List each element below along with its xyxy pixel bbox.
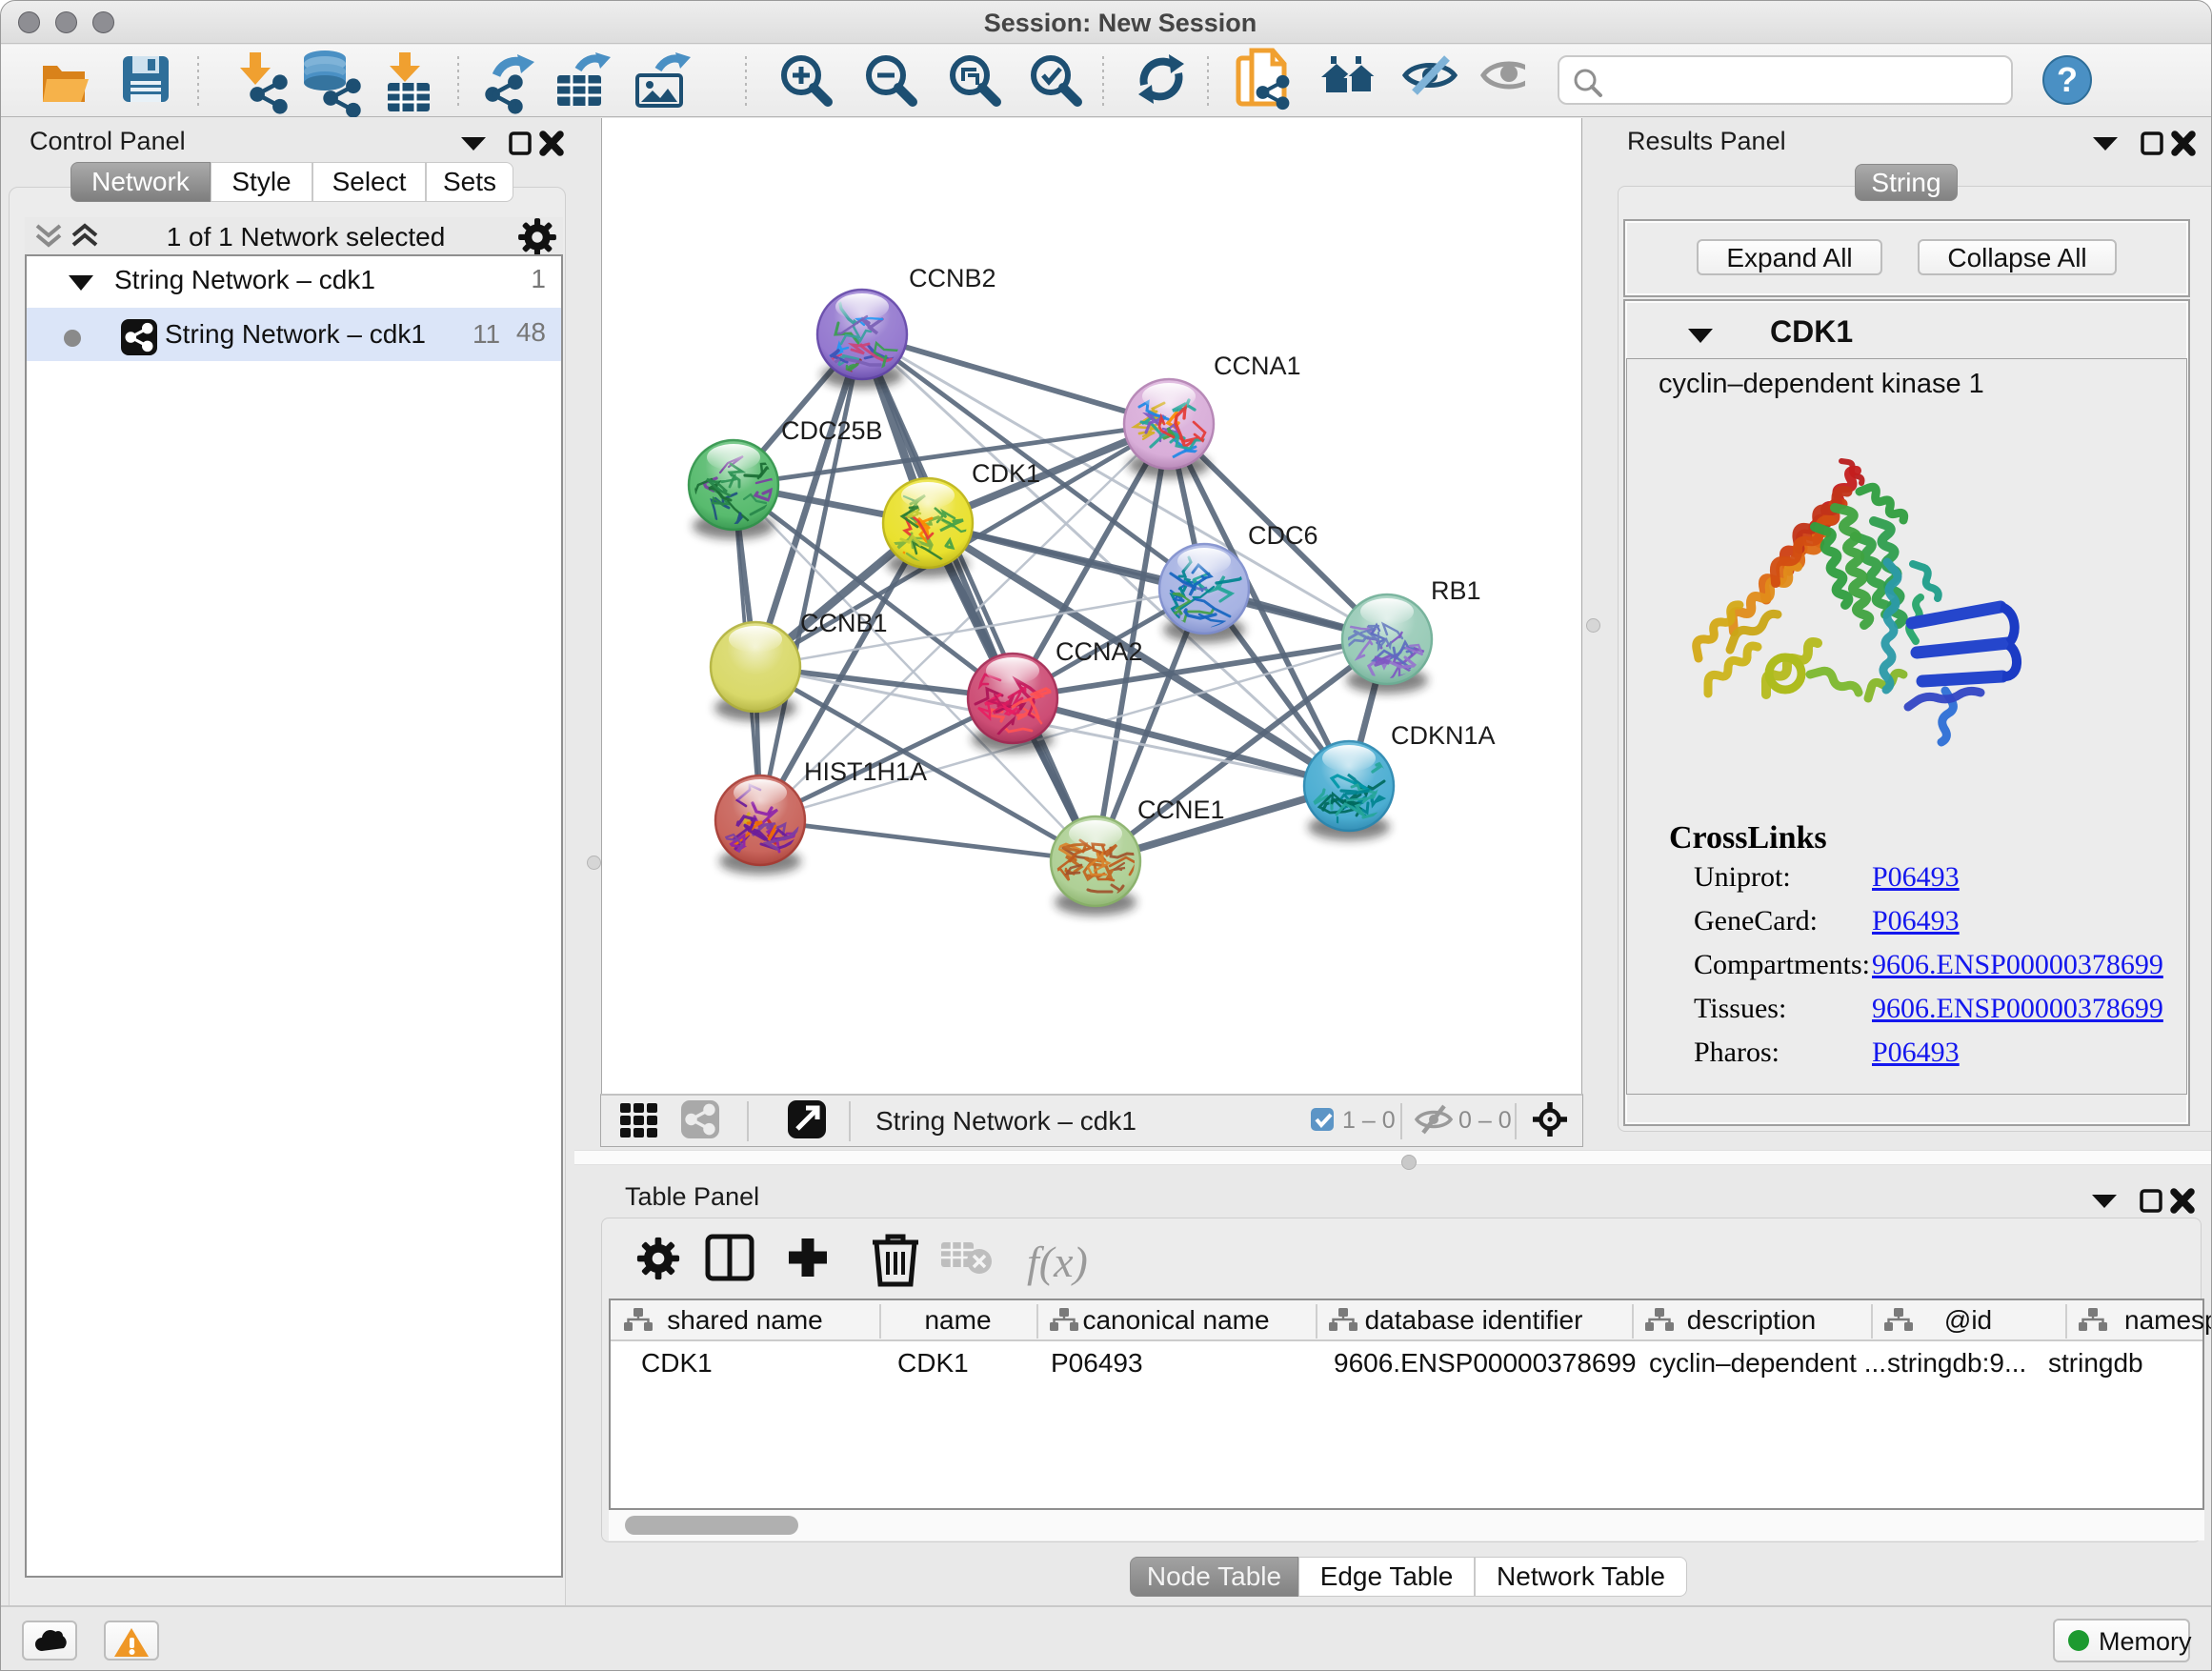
svg-text:?: ? (2057, 60, 2078, 99)
svg-text:CDK1: CDK1 (972, 459, 1040, 488)
svg-text:CCNB2: CCNB2 (909, 264, 996, 292)
svg-text:CCNA1: CCNA1 (1214, 352, 1301, 380)
svg-text:CCNB1: CCNB1 (800, 609, 888, 637)
svg-text:CDC6: CDC6 (1248, 521, 1318, 550)
svg-text:CCNE1: CCNE1 (1137, 795, 1225, 824)
svg-text:0 – 0: 0 – 0 (1458, 1107, 1512, 1134)
svg-text:RB1: RB1 (1431, 576, 1481, 605)
svg-text:1 – 0: 1 – 0 (1342, 1107, 1396, 1134)
svg-text:f(x): f(x) (1027, 1238, 1088, 1286)
svg-text:HIST1H1A: HIST1H1A (804, 757, 927, 786)
svg-text:String Network – cdk1: String Network – cdk1 (875, 1106, 1136, 1136)
svg-text:CCNA2: CCNA2 (1056, 637, 1143, 666)
svg-text:CDC25B: CDC25B (781, 416, 883, 445)
svg-text:CDKN1A: CDKN1A (1391, 721, 1496, 750)
